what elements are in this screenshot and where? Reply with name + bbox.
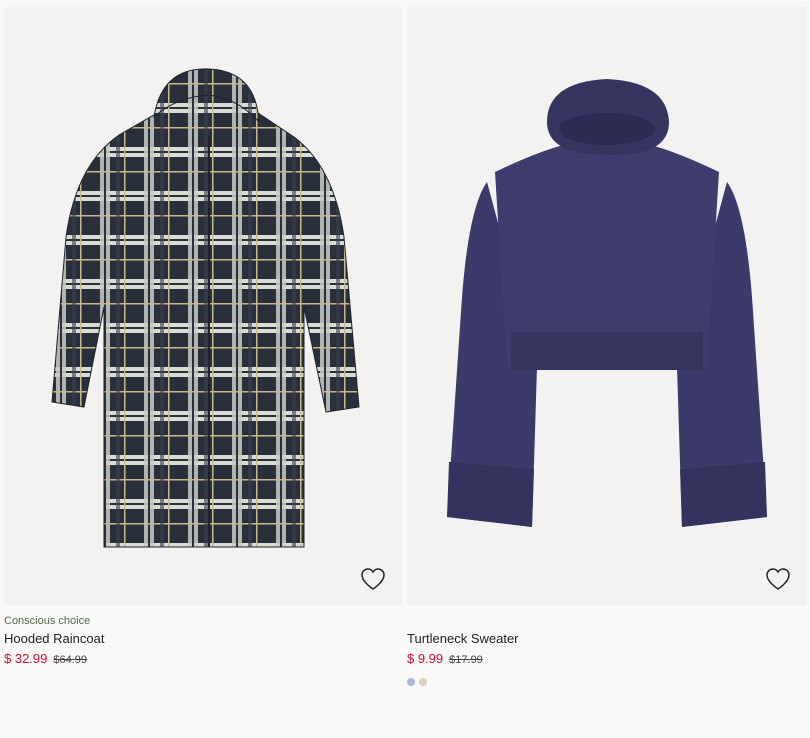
product-grid: Conscious choice Hooded Raincoat $ 32.99…	[0, 0, 810, 738]
color-swatch-beige[interactable]	[419, 678, 427, 686]
product-image[interactable]	[4, 7, 402, 605]
product-card-turtleneck-sweater[interactable]: Turtleneck Sweater $ 9.99 $17.99	[407, 7, 807, 686]
price-row: $ 9.99 $17.99	[407, 651, 807, 668]
product-info: Conscious choice Hooded Raincoat $ 32.99…	[4, 605, 402, 668]
original-price: $64.99	[53, 654, 88, 666]
product-image[interactable]	[407, 7, 807, 605]
sale-price: $ 9.99	[407, 651, 444, 666]
original-price: $17.99	[449, 654, 483, 666]
sweater-image	[447, 79, 767, 527]
product-card-hooded-raincoat[interactable]: Conscious choice Hooded Raincoat $ 32.99…	[4, 7, 402, 668]
product-info: Turtleneck Sweater $ 9.99 $17.99	[407, 605, 807, 686]
color-swatch-blue[interactable]	[407, 678, 415, 686]
price-row: $ 32.99 $64.99	[4, 651, 402, 668]
raincoat-image	[51, 68, 360, 548]
color-swatches	[407, 678, 807, 686]
conscious-choice-tag: Conscious choice	[4, 615, 91, 627]
sale-price: $ 32.99	[4, 651, 48, 666]
product-name[interactable]: Turtleneck Sweater	[407, 631, 807, 647]
product-name[interactable]: Hooded Raincoat	[4, 631, 402, 647]
heart-icon[interactable]	[360, 567, 386, 591]
heart-icon[interactable]	[765, 567, 791, 591]
